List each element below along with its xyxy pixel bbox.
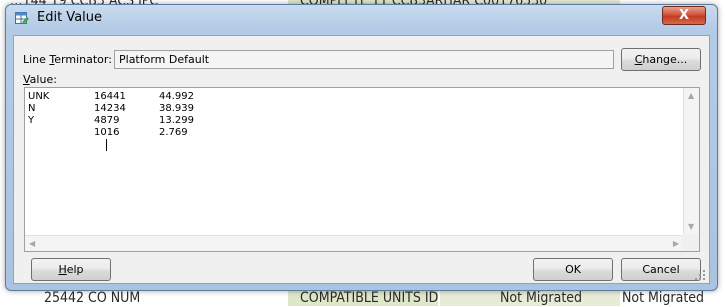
dialog-titlebar[interactable]: Edit Value X (6, 5, 717, 31)
scroll-left-icon[interactable]: ◀ (29, 240, 35, 248)
value-textarea[interactable]: UNK 16441 44.992 N 14234 38.939 Y 4879 1… (24, 87, 700, 252)
vertical-scrollbar[interactable]: ▲ ▼ (683, 88, 699, 235)
value-line: N 14234 38.939 (28, 103, 678, 115)
edit-table-icon (15, 11, 30, 25)
dialog-content: Line Terminator: Platform Default Change… (13, 35, 710, 284)
value-cell: 13.299 (159, 115, 194, 126)
value-line: Y 4879 13.299 (28, 115, 678, 127)
value-cell: 38.939 (159, 103, 194, 114)
value-text: UNK 16441 44.992 N 14234 38.939 Y 4879 1… (28, 91, 678, 231)
value-cell: 4879 (94, 115, 120, 126)
line-terminator-field[interactable]: Platform Default (114, 50, 614, 69)
value-line: 1016 2.769 (28, 127, 678, 139)
value-label: Value: (23, 73, 57, 86)
scroll-right-icon[interactable]: ▶ (673, 240, 679, 248)
background-cell: COMPATIBLE UNITS ID (300, 290, 439, 306)
button-label: Cancel (642, 263, 680, 276)
value-cell: UNK (28, 91, 50, 102)
background-cell: Not Migrated (622, 290, 705, 306)
background-cell: 25442 CO NUM (44, 290, 141, 306)
resize-grip-icon[interactable] (695, 270, 705, 280)
cancel-button[interactable]: Cancel (621, 258, 701, 281)
value-cell: N (28, 103, 36, 114)
ok-button[interactable]: OK (533, 258, 613, 281)
line-terminator-label: Line Terminator: (23, 53, 112, 66)
help-button[interactable]: Help (31, 258, 111, 281)
change-button[interactable]: Change... (621, 48, 701, 71)
edit-value-dialog: Edit Value X Line Terminator: Platform D… (5, 4, 718, 291)
close-icon: X (678, 8, 690, 23)
background-table-row: 25442 CO NUM COMPATIBLE UNITS ID Not Mig… (0, 289, 725, 307)
button-label: elp (66, 263, 84, 276)
value-cell: 2.769 (159, 127, 188, 138)
value-cell: 16441 (94, 91, 126, 102)
value-cell: 1016 (94, 127, 120, 138)
value-cell: 14234 (94, 103, 126, 114)
label-text: Line (23, 53, 50, 66)
scroll-up-icon[interactable]: ▲ (688, 92, 694, 100)
value-cell: 44.992 (159, 91, 194, 102)
button-label: OK (565, 263, 581, 276)
value-line: UNK 16441 44.992 (28, 91, 678, 103)
scroll-down-icon[interactable]: ▼ (688, 223, 694, 231)
dialog-title: Edit Value (37, 10, 103, 25)
background-cell: Not Migrated (500, 290, 583, 306)
text-caret (106, 139, 107, 151)
scroll-corner (682, 234, 699, 251)
label-text: alue: (29, 73, 57, 86)
button-mnemonic: H (58, 263, 67, 276)
label-mnemonic: V (23, 73, 30, 86)
horizontal-scrollbar[interactable]: ◀ ▶ (25, 235, 683, 251)
label-text: erminator: (54, 53, 112, 66)
value-cell: Y (28, 115, 35, 126)
button-label: hange... (642, 53, 688, 66)
line-terminator-value: Platform Default (119, 53, 210, 66)
close-button[interactable]: X (662, 6, 706, 25)
